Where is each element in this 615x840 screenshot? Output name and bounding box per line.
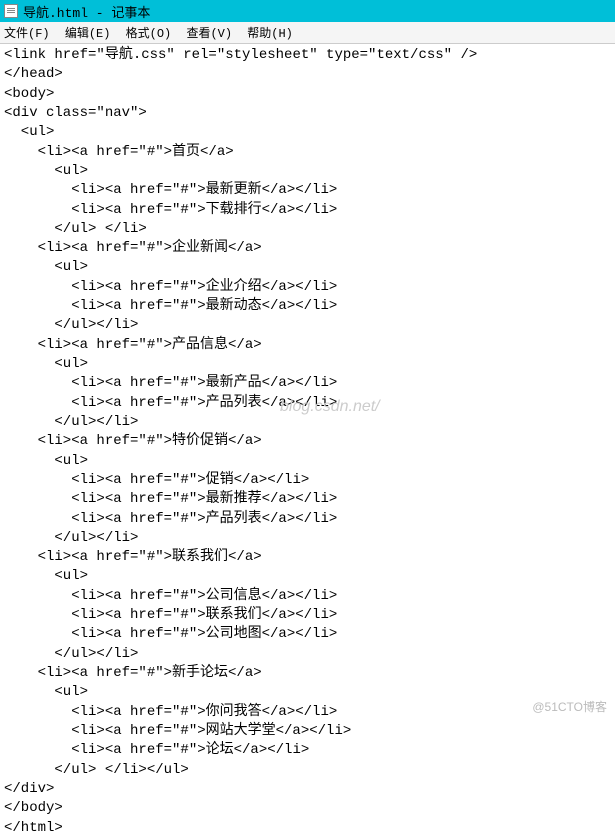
code-line: <li><a href="#">最新产品</a></li> bbox=[4, 375, 337, 391]
window-title: 导航.html - 记事本 bbox=[23, 2, 150, 21]
code-line: <li><a href="#">最新动态</a></li> bbox=[4, 298, 337, 314]
menu-bar: 文件(F) 编辑(E) 格式(O) 查看(V) 帮助(H) bbox=[0, 22, 615, 44]
code-line: </ul></li> bbox=[4, 414, 138, 430]
code-line: <body> bbox=[4, 86, 54, 102]
code-line: <ul> bbox=[4, 356, 88, 372]
code-line: <li><a href="#">促销</a></li> bbox=[4, 472, 309, 488]
code-line: <ul> bbox=[4, 568, 88, 584]
code-line: </ul></li> bbox=[4, 317, 138, 333]
code-line: <ul> bbox=[4, 124, 54, 140]
code-line: <li><a href="#">网站大学堂</a></li> bbox=[4, 723, 351, 739]
notepad-icon bbox=[4, 4, 18, 18]
code-line: <li><a href="#">最新更新</a></li> bbox=[4, 182, 337, 198]
code-line: </div> bbox=[4, 781, 54, 797]
code-line: </html> bbox=[4, 820, 63, 836]
code-line: <li><a href="#">产品列表</a></li> bbox=[4, 395, 337, 411]
code-line: </head> bbox=[4, 66, 63, 82]
menu-view[interactable]: 查看(V) bbox=[186, 27, 232, 41]
menu-format[interactable]: 格式(O) bbox=[126, 27, 172, 41]
code-line: </ul></li> bbox=[4, 530, 138, 546]
code-line: <li><a href="#">新手论坛</a> bbox=[4, 665, 262, 681]
code-line: <li><a href="#">首页</a> bbox=[4, 144, 234, 160]
code-line: <li><a href="#">你问我答</a></li> bbox=[4, 704, 337, 720]
code-line: </body> bbox=[4, 800, 63, 816]
menu-edit[interactable]: 编辑(E) bbox=[65, 27, 111, 41]
code-line: </ul> </li></ul> bbox=[4, 762, 189, 778]
editor-area[interactable]: <link href="导航.css" rel="stylesheet" typ… bbox=[0, 44, 615, 840]
code-line: <li><a href="#">公司信息</a></li> bbox=[4, 588, 337, 604]
code-line: <li><a href="#">论坛</a></li> bbox=[4, 742, 309, 758]
code-line: </ul> </li> bbox=[4, 221, 147, 237]
code-line: <li><a href="#">企业介绍</a></li> bbox=[4, 279, 337, 295]
code-line: <li><a href="#">下载排行</a></li> bbox=[4, 202, 337, 218]
menu-help[interactable]: 帮助(H) bbox=[247, 27, 293, 41]
code-line: <li><a href="#">特价促销</a> bbox=[4, 433, 262, 449]
window-titlebar: 导航.html - 记事本 bbox=[0, 0, 615, 22]
code-line: <li><a href="#">产品信息</a> bbox=[4, 337, 262, 353]
code-line: <li><a href="#">公司地图</a></li> bbox=[4, 626, 337, 642]
code-line: <ul> bbox=[4, 259, 88, 275]
code-line: <li><a href="#">企业新闻</a> bbox=[4, 240, 262, 256]
code-line: <li><a href="#">最新推荐</a></li> bbox=[4, 491, 337, 507]
code-line: <ul> bbox=[4, 684, 88, 700]
menu-file[interactable]: 文件(F) bbox=[4, 27, 50, 41]
code-line: <li><a href="#">产品列表</a></li> bbox=[4, 511, 337, 527]
code-line: <div class="nav"> bbox=[4, 105, 147, 121]
code-line: <li><a href="#">联系我们</a> bbox=[4, 549, 262, 565]
code-line: </ul></li> bbox=[4, 646, 138, 662]
code-line: <ul> bbox=[4, 163, 88, 179]
code-line: <ul> bbox=[4, 453, 88, 469]
code-line: <link href="导航.css" rel="stylesheet" typ… bbox=[4, 47, 477, 63]
code-line: <li><a href="#">联系我们</a></li> bbox=[4, 607, 337, 623]
